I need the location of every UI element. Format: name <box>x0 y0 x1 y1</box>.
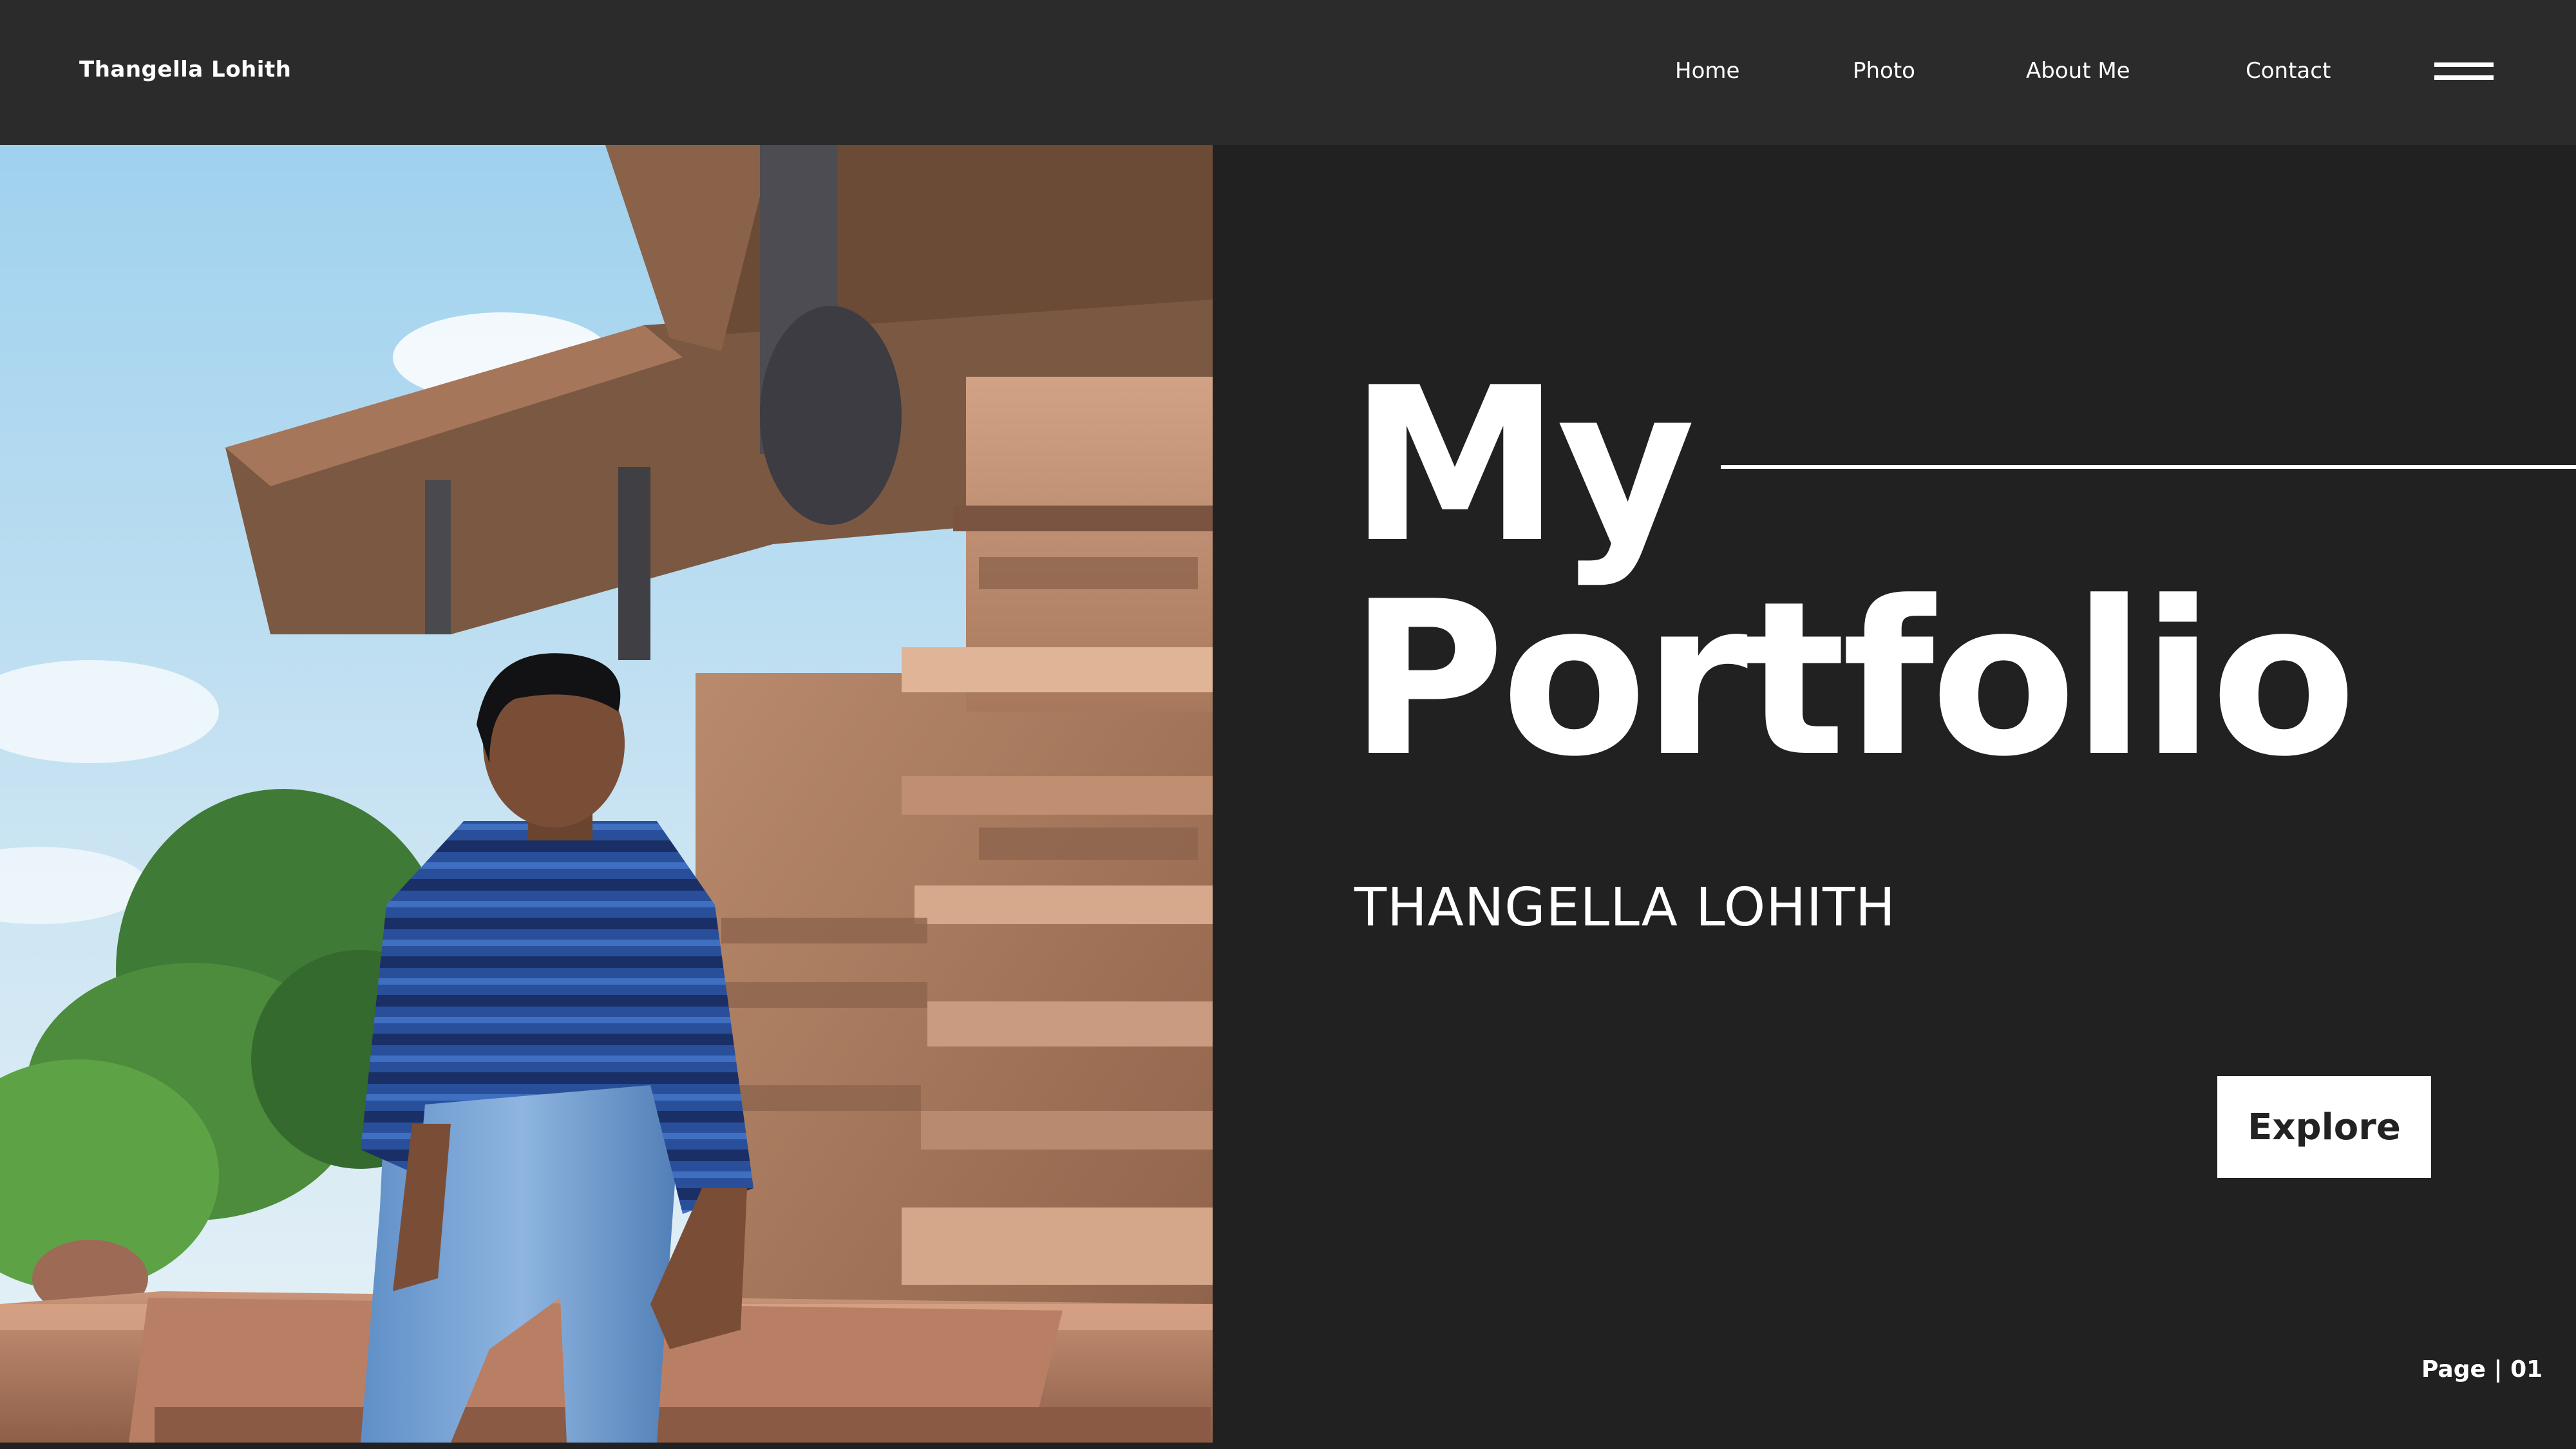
page-number-label: Page | 01 <box>2421 1356 2543 1383</box>
hamburger-menu-icon[interactable] <box>2434 61 2494 83</box>
explore-button[interactable]: Explore <box>2217 1076 2431 1178</box>
hero-subtitle-name: THANGELLA LOHITH <box>1354 877 1896 938</box>
nav-photo-link[interactable]: Photo <box>1853 58 1915 84</box>
nav-contact-link[interactable]: Contact <box>2246 58 2331 84</box>
nav-about-link[interactable]: About Me <box>2026 58 2130 84</box>
portfolio-page: Thangella Lohith Home Photo About Me Con… <box>0 0 2576 1449</box>
hero-title-line-1: My <box>1349 342 1696 589</box>
menu-bar-bottom <box>2434 75 2494 80</box>
menu-bar-top <box>2434 62 2494 67</box>
hero-divider-line <box>1721 465 2576 469</box>
top-navigation-bar: Thangella Lohith Home Photo About Me Con… <box>0 0 2576 145</box>
nav-home-link[interactable]: Home <box>1675 58 1739 84</box>
profile-photo <box>0 145 1213 1443</box>
hero-title-line-2: Portfolio <box>1349 556 2356 803</box>
site-brand[interactable]: Thangella Lohith <box>79 57 291 82</box>
